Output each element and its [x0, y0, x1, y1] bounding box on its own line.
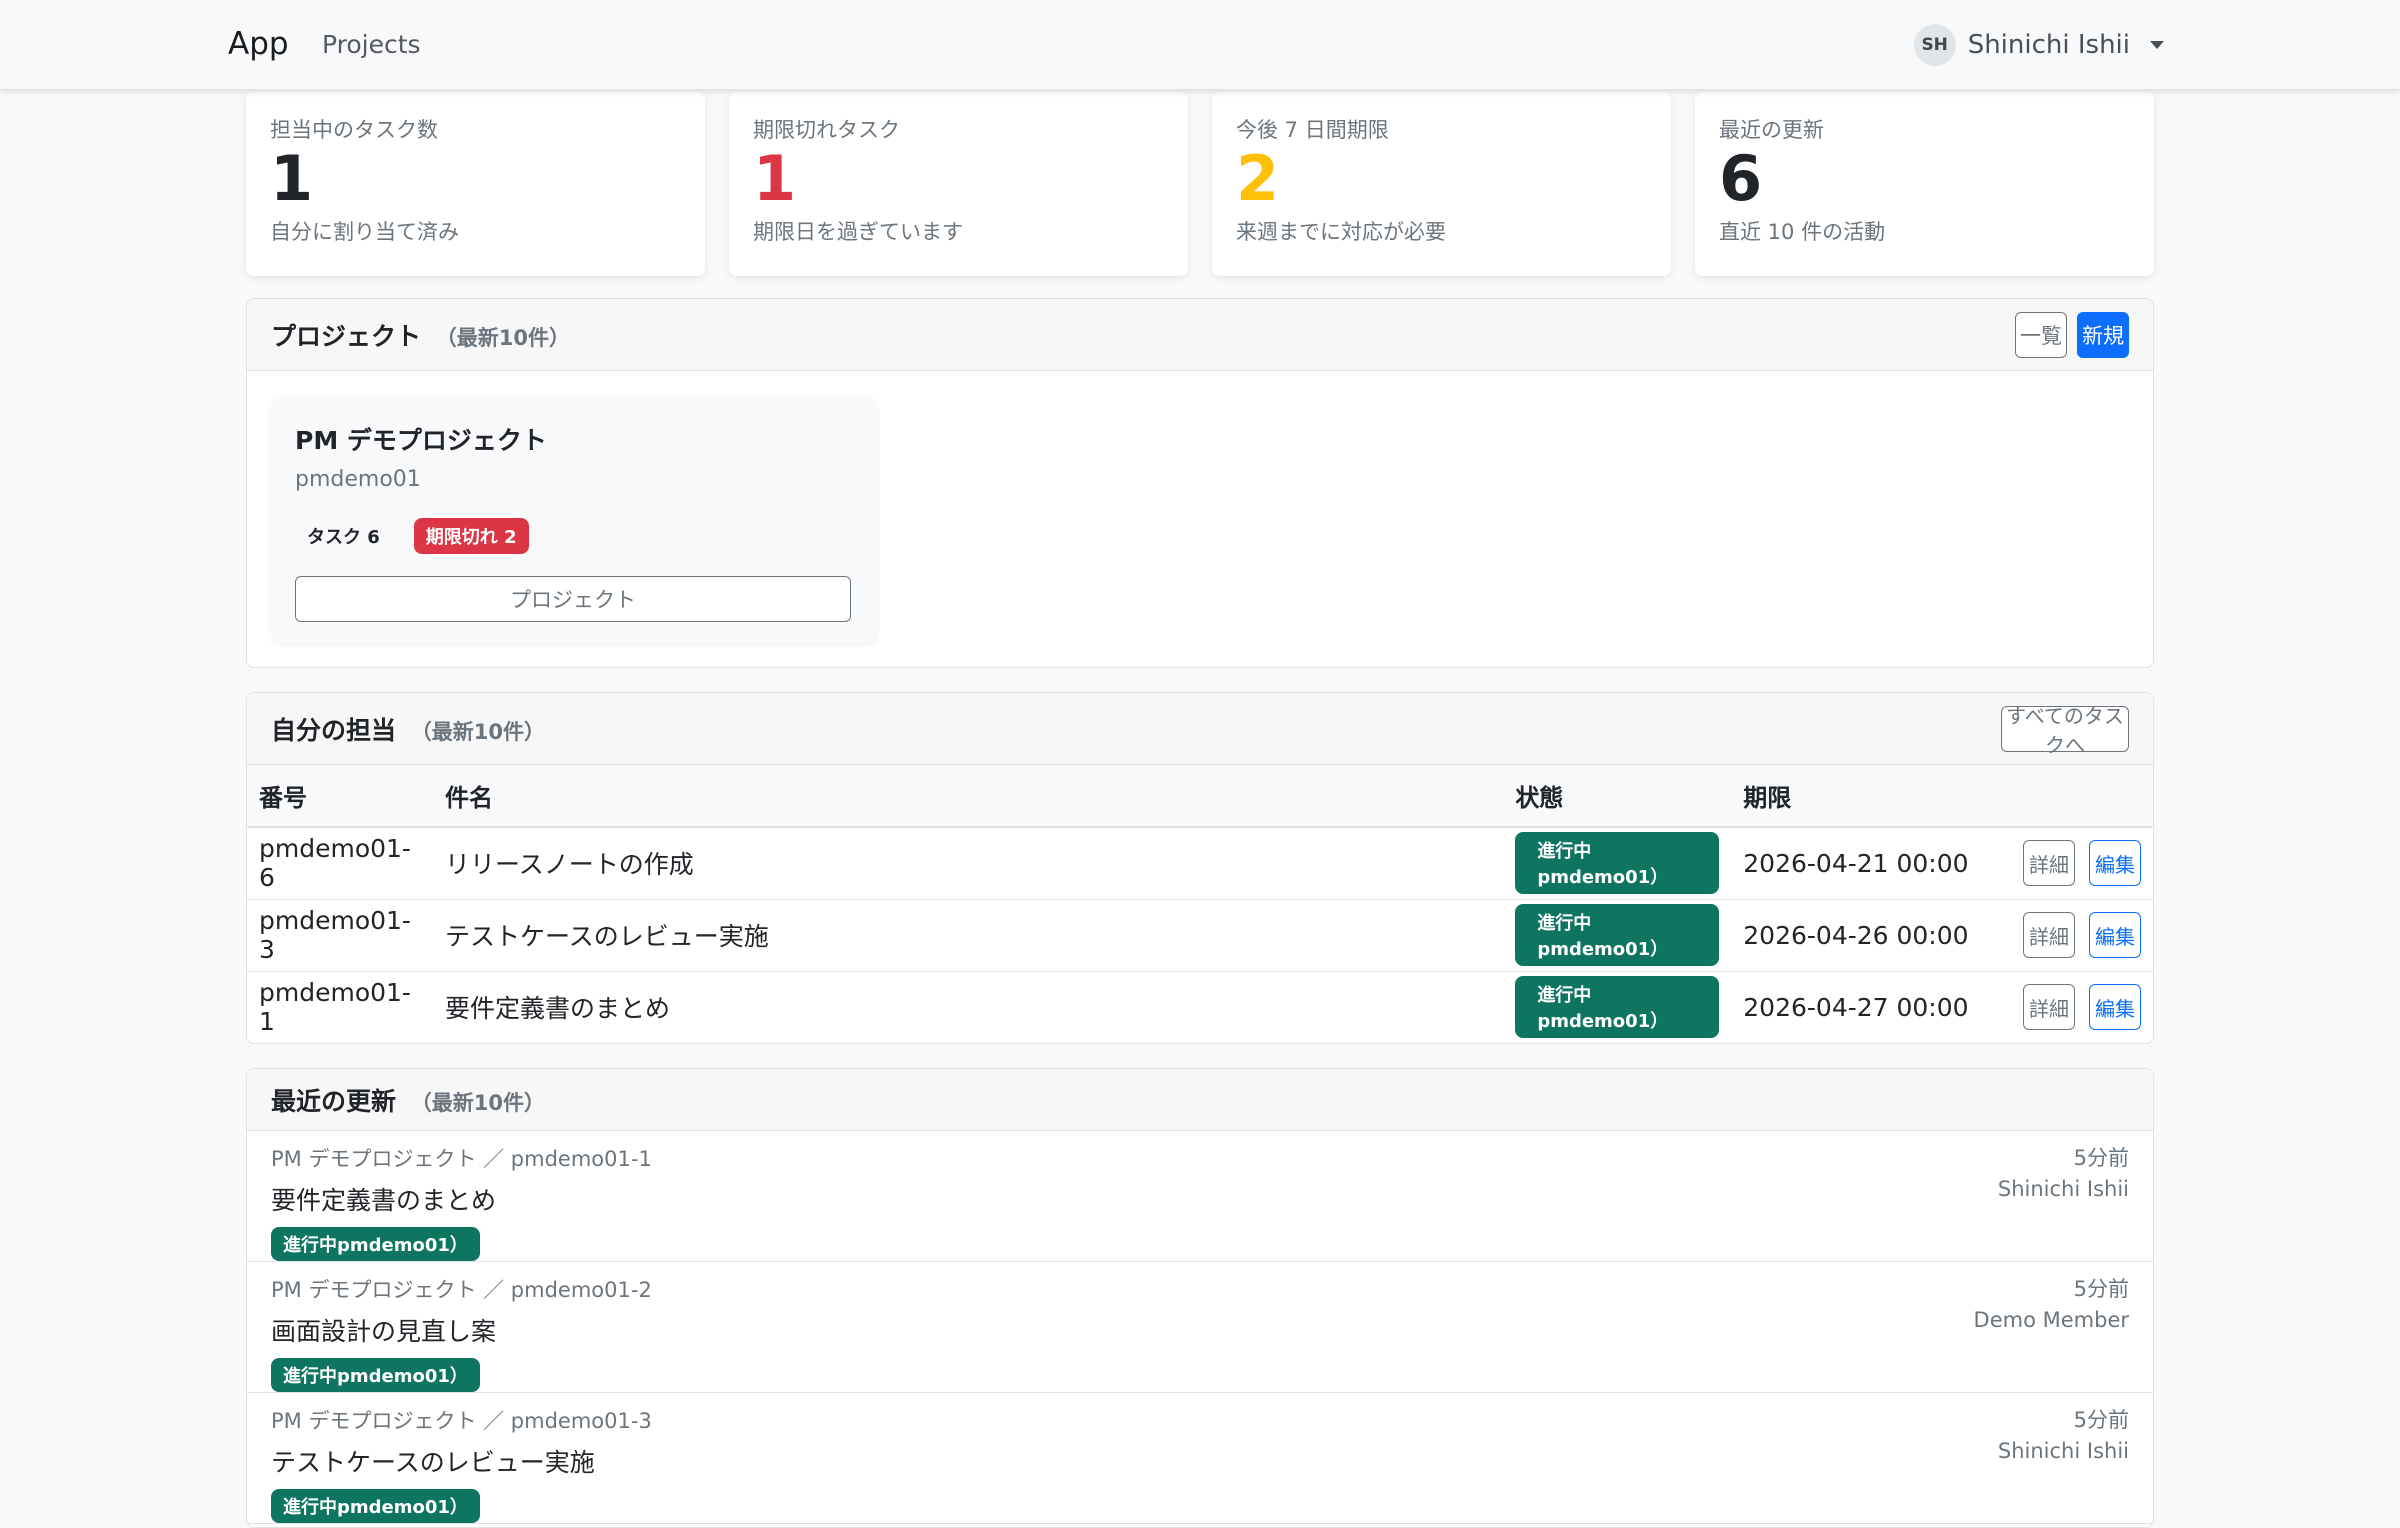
stat-label: 今後 7 日間期限 — [1236, 118, 1389, 142]
table-header-row: 番号 件名 状態 期限 — [247, 765, 2153, 828]
table-row[interactable]: pmdemo01-3 テストケースのレビュー実施 進行中pmdemo01） 20… — [247, 899, 2153, 972]
tasks-table: 番号 件名 状態 期限 pmdemo01-6 リリースノートの作成 進行中pmd… — [247, 765, 2153, 1043]
task-due: 2026-04-21 00:00 — [1731, 827, 2011, 900]
status-badge: 進行中pmdemo01） — [271, 1358, 480, 1392]
user-name: Shinichi Ishii — [1967, 30, 2130, 60]
projects-card-header: プロジェクト （最新10件） 一覧 新規 — [247, 299, 2153, 371]
projects-card: プロジェクト （最新10件） 一覧 新規 PM デモプロジェクト pmdemo0… — [246, 298, 2154, 668]
avatar: SH — [1913, 24, 1956, 66]
open-project-button[interactable]: プロジェクト — [295, 576, 851, 622]
overdue-badge: 期限切れ 2 — [413, 518, 529, 554]
activity-user: Demo Member — [1973, 1308, 2129, 1332]
activity-title-link[interactable]: 要件定義書のまとめ — [271, 1181, 652, 1217]
stat-label: 最近の更新 — [1719, 118, 1824, 142]
task-edit-button[interactable]: 編集 — [2089, 912, 2141, 958]
task-detail-button[interactable]: 詳細 — [2023, 912, 2075, 958]
activity-title-link[interactable]: 画面設計の見直し案 — [271, 1312, 652, 1348]
project-name[interactable]: PM デモプロジェクト — [295, 421, 853, 457]
my-tasks-card: 自分の担当 （最新10件） すべてのタスクへ 番号 件名 状態 期限 pmdem… — [246, 692, 2154, 1044]
activity-context: PM デモプロジェクト ／ pmdemo01-3 — [271, 1409, 652, 1433]
task-count-badge: タスク 6 — [307, 527, 380, 548]
task-title[interactable]: リリースノートの作成 — [432, 827, 1504, 900]
projects-new-button[interactable]: 新規 — [2077, 311, 2129, 358]
column-header: 件名 — [432, 765, 1504, 828]
status-badge: 進行中pmdemo01） — [271, 1489, 480, 1523]
projects-count: （最新10件） — [435, 325, 570, 350]
project-key: pmdemo01 — [295, 467, 421, 492]
stat-card-assigned: 担当中のタスク数 1 自分に割り当て済み — [246, 92, 705, 276]
task-edit-button[interactable]: 編集 — [2089, 984, 2141, 1031]
list-item[interactable]: PM デモプロジェクト ／ pmdemo01-2 画面設計の見直し案 進行中pm… — [247, 1262, 2153, 1393]
task-edit-button[interactable]: 編集 — [2089, 840, 2141, 887]
stat-card-overdue: 期限切れタスク 1 期限日を過ぎています — [729, 92, 1188, 276]
activity-title-link[interactable]: テストケースのレビュー実施 — [271, 1443, 652, 1479]
all-tasks-button[interactable]: すべてのタスクへ — [2001, 704, 2129, 757]
task-title[interactable]: テストケースのレビュー実施 — [432, 899, 1504, 972]
top-navbar: App Projects SH Shinichi Ishii — [0, 0, 2400, 90]
activity-context: PM デモプロジェクト ／ pmdemo01-2 — [271, 1278, 652, 1302]
task-detail-button[interactable]: 詳細 — [2023, 840, 2075, 887]
status-badge: 進行中pmdemo01） — [1515, 976, 1720, 1039]
stat-value: 1 — [753, 142, 797, 215]
status-badge: 進行中pmdemo01） — [1515, 832, 1720, 895]
list-item[interactable]: PM デモプロジェクト ／ pmdemo01-1 要件定義書のまとめ 進行中pm… — [247, 1131, 2153, 1262]
stat-value: 6 — [1719, 142, 1763, 215]
stat-card-recent: 最近の更新 6 直近 10 件の活動 — [1695, 92, 2154, 276]
activity-count: （最新10件） — [410, 1090, 545, 1115]
task-detail-button[interactable]: 詳細 — [2023, 984, 2075, 1031]
stat-sub: 直近 10 件の活動 — [1719, 220, 1886, 244]
stat-label: 期限切れタスク — [753, 118, 900, 142]
user-menu[interactable]: SH Shinichi Ishii — [1913, 24, 2164, 66]
activity-user: Shinichi Ishii — [1997, 1439, 2129, 1463]
activity-context: PM デモプロジェクト ／ pmdemo01-1 — [271, 1147, 652, 1171]
task-title[interactable]: 要件定義書のまとめ — [433, 971, 1503, 1043]
task-id: pmdemo01-6 — [247, 827, 433, 900]
stat-sub: 来週までに対応が必要 — [1236, 220, 1446, 244]
activity-time: 5分前 — [2073, 1408, 2129, 1432]
task-id: pmdemo01-3 — [247, 899, 433, 972]
nav-link-projects[interactable]: Projects — [322, 30, 421, 59]
activity-card-header: 最近の更新 （最新10件） — [247, 1069, 2153, 1131]
stat-label: 担当中のタスク数 — [270, 118, 438, 142]
activity-title: 最近の更新 （最新10件） — [271, 1082, 545, 1118]
task-due: 2026-04-27 00:00 — [1743, 992, 1969, 1022]
table-row[interactable]: pmdemo01-1 要件定義書のまとめ 進行中pmdemo01） 2026-0… — [247, 971, 2153, 1043]
stat-value: 1 — [270, 142, 314, 215]
activity-title-text: 最近の更新 — [271, 1086, 397, 1116]
projects-list-button[interactable]: 一覧 — [2015, 311, 2067, 358]
list-item[interactable]: PM デモプロジェクト ／ pmdemo01-3 テストケースのレビュー実施 進… — [247, 1393, 2153, 1524]
column-header: 番号 — [247, 765, 433, 828]
column-header: 状態 — [1503, 765, 1732, 828]
stats-row: 担当中のタスク数 1 自分に割り当て済み 期限切れタスク 1 期限日を過ぎていま… — [246, 92, 2154, 276]
column-header: 期限 — [1731, 765, 2011, 828]
stat-sub: 期限日を過ぎています — [753, 220, 963, 244]
tasks-card-header: 自分の担当 （最新10件） すべてのタスクへ — [247, 693, 2153, 765]
app-brand[interactable]: App — [228, 26, 289, 62]
tasks-title-text: 自分の担当 — [271, 715, 397, 745]
status-badge: 進行中pmdemo01） — [271, 1227, 480, 1261]
project-card: PM デモプロジェクト pmdemo01 タスク 6 期限切れ 2 プロジェクト — [271, 397, 877, 643]
activity-user: Shinichi Ishii — [1997, 1177, 2129, 1201]
task-id: pmdemo01-1 — [259, 978, 411, 1037]
projects-title: プロジェクト （最新10件） — [271, 317, 570, 353]
table-row[interactable]: pmdemo01-6 リリースノートの作成 進行中pmdemo01） 2026-… — [247, 827, 2153, 900]
activity-time: 5分前 — [2073, 1146, 2129, 1170]
activity-card: 最近の更新 （最新10件） PM デモプロジェクト ／ pmdemo01-1 要… — [246, 1068, 2154, 1528]
project-badges: タスク 6 期限切れ 2 — [295, 518, 853, 554]
tasks-title: 自分の担当 （最新10件） — [271, 711, 545, 747]
status-badge: 進行中pmdemo01） — [1515, 904, 1720, 966]
stat-value: 2 — [1236, 142, 1280, 215]
projects-title-text: プロジェクト — [271, 321, 422, 351]
task-due: 2026-04-26 00:00 — [1731, 899, 2011, 972]
stat-sub: 自分に割り当て済み — [270, 220, 459, 244]
tasks-count: （最新10件） — [410, 719, 545, 744]
stat-card-due-soon: 今後 7 日間期限 2 来週までに対応が必要 — [1212, 92, 1671, 276]
chevron-down-icon — [2150, 41, 2164, 49]
activity-time: 5分前 — [2073, 1277, 2129, 1301]
